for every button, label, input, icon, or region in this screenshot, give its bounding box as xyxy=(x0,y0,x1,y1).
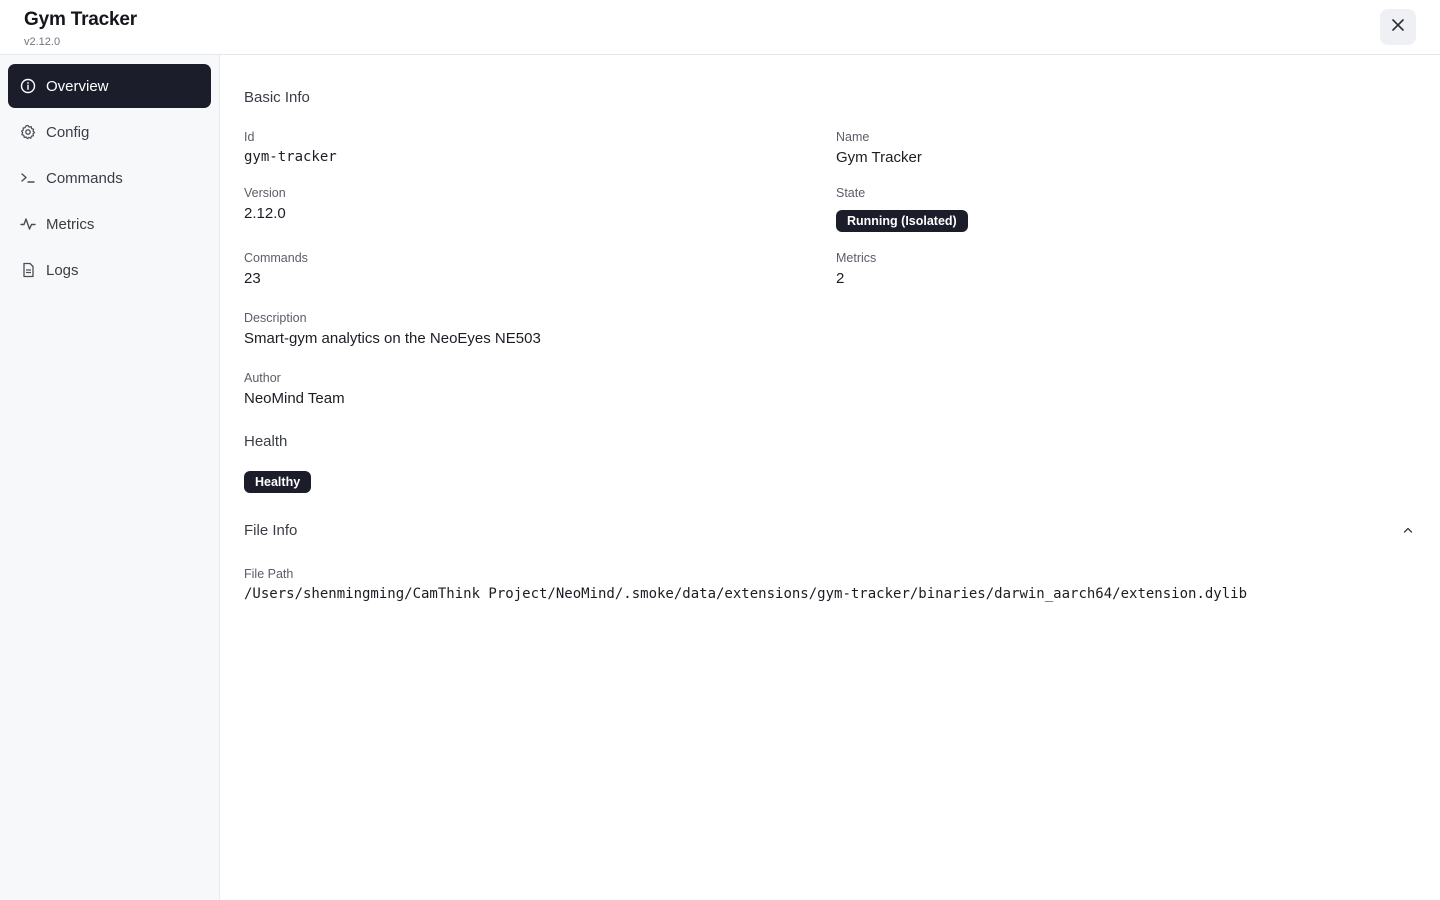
file-path-value: /Users/shenmingming/CamThink Project/Neo… xyxy=(244,586,1248,602)
main-content: Basic Info Id gym-tracker Name Gym Track… xyxy=(220,55,1440,900)
terminal-icon xyxy=(20,170,36,186)
sidebar-item-label: Logs xyxy=(46,261,79,279)
page-title: Gym Tracker xyxy=(24,9,137,30)
state-label: State xyxy=(836,186,866,200)
gear-icon xyxy=(20,124,36,140)
sidebar: Overview Config Commands Metrics Logs xyxy=(0,55,220,900)
sidebar-item-metrics[interactable]: Metrics xyxy=(8,202,211,246)
state-badge: Running (Isolated) xyxy=(836,210,968,232)
health-badge: Healthy xyxy=(244,471,312,493)
close-button[interactable] xyxy=(1380,9,1416,45)
description-value: Smart-gym analytics on the NeoEyes NE503 xyxy=(244,330,541,347)
commands-value: 23 xyxy=(244,270,261,287)
name-label: Name xyxy=(836,130,870,144)
version-field-label: Version xyxy=(244,186,286,200)
sidebar-item-label: Config xyxy=(46,123,90,141)
author-value: NeoMind Team xyxy=(244,390,345,407)
version-value: 2.12.0 xyxy=(244,205,286,222)
sidebar-item-logs[interactable]: Logs xyxy=(8,248,211,292)
sidebar-item-label: Metrics xyxy=(46,215,95,233)
chevron-up-icon xyxy=(1402,523,1414,541)
info-icon xyxy=(20,78,36,94)
basic-info-title: Basic Info xyxy=(244,89,310,106)
file-path-label: File Path xyxy=(244,567,294,581)
commands-label: Commands xyxy=(244,251,308,265)
metrics-value: 2 xyxy=(836,270,845,287)
id-label: Id xyxy=(244,130,255,144)
description-label: Description xyxy=(244,311,307,325)
file-info-title[interactable]: File Info xyxy=(244,522,297,539)
name-value: Gym Tracker xyxy=(836,149,922,166)
close-icon xyxy=(1390,17,1406,38)
sidebar-item-label: Commands xyxy=(46,169,123,187)
file-info-toggle[interactable] xyxy=(1398,522,1418,542)
header: Gym Tracker v2.12.0 xyxy=(0,0,1440,55)
sidebar-item-config[interactable]: Config xyxy=(8,110,211,154)
file-icon xyxy=(20,262,36,278)
id-value: gym-tracker xyxy=(244,149,337,165)
activity-icon xyxy=(20,216,36,232)
extension-detail-window: Gym Tracker v2.12.0 Overview Config Comm… xyxy=(0,0,1440,900)
sidebar-item-label: Overview xyxy=(46,77,109,95)
sidebar-item-commands[interactable]: Commands xyxy=(8,156,211,200)
health-title: Health xyxy=(244,433,288,450)
sidebar-item-overview[interactable]: Overview xyxy=(8,64,211,108)
author-label: Author xyxy=(244,371,281,385)
metrics-label: Metrics xyxy=(836,251,877,265)
version-label: v2.12.0 xyxy=(24,36,61,48)
